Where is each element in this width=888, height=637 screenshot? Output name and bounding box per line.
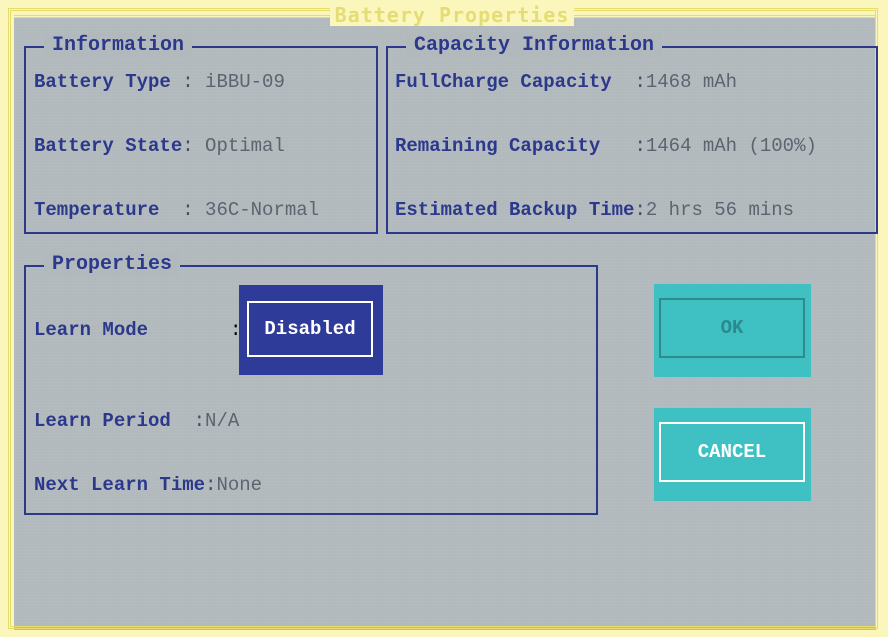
bios-screen: Battery Properties Information Battery T… xyxy=(0,0,888,637)
next-learn-time-colon: : xyxy=(205,474,217,496)
learn-period-colon: : xyxy=(193,410,206,432)
temperature-colon: : xyxy=(182,199,206,221)
dialog-title: Battery Properties xyxy=(330,4,574,26)
fullcharge-capacity-value: 1468 mAh xyxy=(645,71,738,93)
remaining-capacity-value: 1464 mAh (100%) xyxy=(645,135,817,157)
capacity-group-title: Capacity Information xyxy=(406,34,663,58)
information-group: Information Battery Type : iBBU-09 Batte… xyxy=(24,34,378,234)
temperature-row: Temperature : 36C-Normal xyxy=(34,198,319,222)
battery-type-colon: : xyxy=(182,71,206,93)
backup-time-colon: : xyxy=(634,199,646,221)
learn-period-value: N/A xyxy=(205,410,240,432)
battery-state-row: Battery State: Optimal xyxy=(34,134,285,158)
next-learn-time-value: None xyxy=(216,474,263,496)
battery-type-label: Battery Type xyxy=(34,71,183,93)
remaining-capacity-label: Remaining Capacity xyxy=(395,135,635,157)
fullcharge-capacity-label: FullCharge Capacity xyxy=(395,71,635,93)
ok-button-label[interactable]: OK xyxy=(659,298,805,358)
fullcharge-capacity-row: FullCharge Capacity :1468 mAh xyxy=(395,70,737,94)
backup-time-row: Estimated Backup Time:2 hrs 56 mins xyxy=(395,198,794,222)
battery-type-row: Battery Type : iBBU-09 xyxy=(34,70,285,94)
learn-mode-selector[interactable]: Disabled xyxy=(239,285,383,375)
next-learn-time-row: Next Learn Time:None xyxy=(34,473,262,497)
learn-mode-label: Learn Mode xyxy=(34,319,149,341)
battery-type-value: iBBU-09 xyxy=(205,71,285,93)
ok-button[interactable]: OK xyxy=(654,284,811,377)
temperature-value: 36C-Normal xyxy=(205,199,320,221)
capacity-information-group: Capacity Information FullCharge Capacity… xyxy=(386,34,878,234)
cancel-button-label[interactable]: CANCEL xyxy=(659,422,805,482)
battery-state-value: Optimal xyxy=(205,135,285,157)
remaining-capacity-colon: : xyxy=(634,135,646,157)
cancel-button[interactable]: CANCEL xyxy=(654,408,811,501)
battery-state-label: Battery State xyxy=(34,135,183,157)
fullcharge-capacity-colon: : xyxy=(634,71,646,93)
learn-period-row: Learn Period :N/A xyxy=(34,409,239,433)
next-learn-time-label: Next Learn Time xyxy=(34,474,206,496)
learn-period-label: Learn Period xyxy=(34,410,194,432)
learn-mode-value[interactable]: Disabled xyxy=(247,301,373,357)
learn-mode-row: Learn Mode xyxy=(34,318,148,342)
temperature-label: Temperature xyxy=(34,199,183,221)
properties-group-title: Properties xyxy=(44,253,181,277)
remaining-capacity-row: Remaining Capacity :1464 mAh (100%) xyxy=(395,134,817,158)
backup-time-label: Estimated Backup Time xyxy=(395,199,635,221)
information-group-title: Information xyxy=(44,34,193,58)
backup-time-value: 2 hrs 56 mins xyxy=(645,199,795,221)
battery-state-colon: : xyxy=(182,135,206,157)
